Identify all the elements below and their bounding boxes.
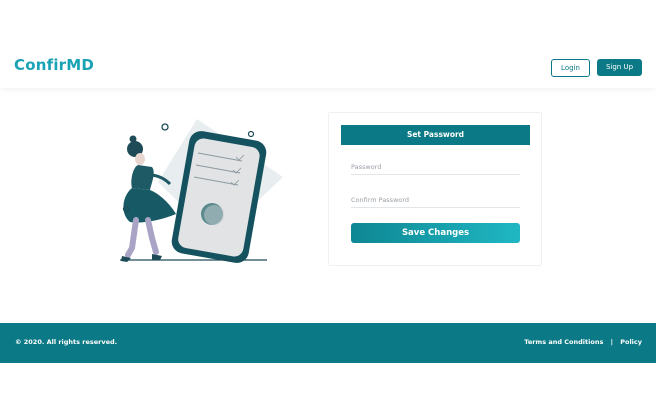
copyright-text: © 2020. All rights reserved. bbox=[15, 338, 118, 346]
confirm-password-input[interactable] bbox=[351, 193, 520, 208]
set-password-card: Set Password Save Changes bbox=[328, 112, 542, 266]
terms-link[interactable]: Terms and Conditions bbox=[524, 338, 603, 346]
logo[interactable]: ConfirMD bbox=[14, 56, 94, 74]
save-changes-button[interactable]: Save Changes bbox=[351, 223, 520, 243]
woman-with-phone-illustration bbox=[120, 119, 283, 263]
site-header: ConfirMD Login Sign Up bbox=[0, 0, 656, 88]
footer-links: Terms and Conditions | Policy bbox=[524, 338, 642, 346]
login-button[interactable]: Login bbox=[551, 59, 590, 77]
site-footer: © 2020. All rights reserved. Terms and C… bbox=[0, 323, 656, 363]
set-password-title: Set Password bbox=[341, 125, 530, 145]
phone-illustration bbox=[100, 110, 300, 270]
signup-button[interactable]: Sign Up bbox=[597, 59, 642, 76]
password-input[interactable] bbox=[351, 160, 520, 175]
policy-link[interactable]: Policy bbox=[620, 338, 642, 346]
footer-separator: | bbox=[610, 338, 613, 346]
